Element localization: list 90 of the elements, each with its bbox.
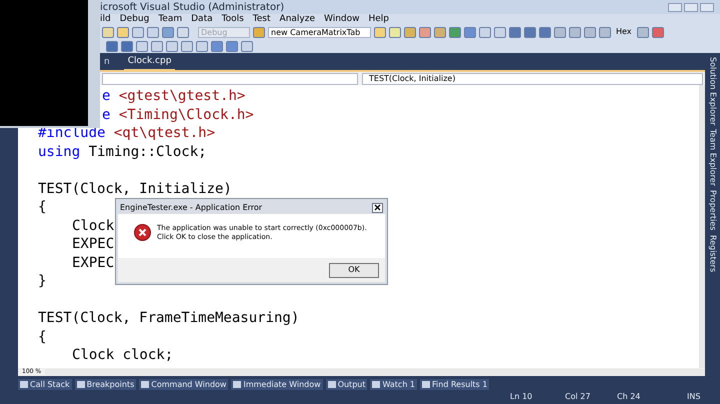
dialog-title: EngineTester.exe - Application Error [120,202,262,214]
toolbar-icon[interactable] [136,40,148,52]
side-tab[interactable]: Properties [706,190,718,231]
toolbar-icon[interactable] [389,26,401,38]
menu-item[interactable]: Window [324,15,360,24]
menu-item[interactable]: Data [191,15,213,24]
window-icon [233,380,242,388]
toolbar-icon[interactable] [404,26,416,38]
toolbar-icon[interactable] [652,26,664,38]
side-tab[interactable]: Registers [706,234,718,272]
code-line: } [38,273,46,289]
toolbar-icon[interactable] [102,26,114,38]
toolbar-icon[interactable] [599,26,611,38]
error-icon [134,224,151,241]
toolbar-icon[interactable] [196,40,208,52]
toolbar-icon[interactable] [241,40,253,52]
toolbar-icon[interactable] [162,26,174,38]
toolbar-icon[interactable] [181,40,193,52]
toolbar-icon[interactable] [121,40,133,52]
toolbar-icon[interactable] [509,26,521,38]
ok-button[interactable]: OK [329,262,379,278]
window-icon [76,380,85,388]
toolbar-icon[interactable] [151,40,163,52]
tool-window-tab[interactable]: Watch 1 [370,378,418,390]
scope-dropdown[interactable] [102,72,358,84]
toolbar-icon[interactable] [494,26,506,38]
toolbar-icon[interactable] [253,26,265,38]
code-line: e <Timing\Clock.h> [102,106,254,122]
code-line: Clock clock; [72,347,174,363]
toolbar-icon[interactable] [211,40,223,52]
code-line: EXPEC [72,254,114,270]
toolbar-icon[interactable] [117,26,129,38]
menu-item[interactable]: Test [252,15,271,24]
member-dropdown[interactable]: TEST(Clock, Initialize) [362,72,703,84]
window-icon [20,380,28,388]
code-line: #include <qt\qtest.h> [38,125,216,141]
tool-window-tab[interactable]: Find Results 1 [420,378,490,390]
toolbar-icon[interactable] [132,26,144,38]
tool-window-tab[interactable]: Immediate Window [231,378,323,390]
hex-button[interactable]: Hex [614,26,634,38]
code-line: using Timing::Clock; [38,144,207,160]
code-line: TEST(Clock, FrameTimeMeasuring) [38,310,300,326]
tool-window-tab[interactable]: Call Stack [18,378,72,390]
column-number: Col 27 [565,391,592,403]
menu-item[interactable]: Analyze [280,15,315,24]
toolbar-icon[interactable] [177,26,189,38]
window-icon [328,380,336,388]
toolbar-icon[interactable] [226,40,238,52]
toolbar-icon[interactable] [584,26,596,38]
toolbar-icon[interactable] [419,26,431,38]
startup-dropdown[interactable]: new CameraMatrixTab [268,26,371,38]
toolbar-icon[interactable] [636,26,649,38]
toolbar-icon[interactable] [374,26,386,38]
document-tab[interactable]: n [100,56,114,70]
code-line: { [38,199,46,215]
code-line: EXPEC [72,236,114,252]
code-line: TEST(Clock, Initialize) [38,180,232,196]
toolbar-icon[interactable] [524,26,536,38]
vertical-scrollbar[interactable] [699,85,705,368]
toolbar-icon[interactable] [166,40,178,52]
toolbar-icon[interactable] [464,26,476,38]
code-line: { [38,328,46,344]
menu-item[interactable]: ild [100,15,111,24]
window-icon [372,380,380,388]
toolbar-icon[interactable] [449,26,461,38]
toolbar-icon[interactable] [479,26,491,38]
side-tab[interactable]: Solution Explorer [706,57,718,126]
tool-window-tab[interactable]: Output [326,378,368,390]
menu-item[interactable]: Team [158,15,182,24]
window-title: icrosoft Visual Studio (Administrator) [100,0,284,14]
side-tab[interactable]: Team Explorer [706,129,718,186]
toolbar-icon[interactable] [106,40,118,52]
horizontal-scrollbar[interactable] [45,369,705,375]
code-line: Clock [72,218,114,234]
window-icon [141,380,150,388]
code-line: e <gtest\gtest.h> [102,88,246,104]
window-icon [422,380,430,388]
toolbar-icon[interactable] [147,26,159,38]
menu-item[interactable]: Tools [222,15,244,24]
line-number: Ln 10 [510,391,534,403]
menu-item[interactable]: Debug [120,15,150,24]
tool-window-tab[interactable]: Command Window [139,378,228,390]
char-number: Ch 24 [617,391,642,403]
toolbar-icon[interactable] [539,26,551,38]
menu-item[interactable]: Help [368,15,390,24]
toolbar-icon[interactable] [434,26,446,38]
insert-mode: INS [687,391,700,403]
toolbar-icon[interactable] [554,26,566,38]
tool-window-tab[interactable]: Breakpoints [74,378,136,390]
toolbar-icon[interactable] [569,26,581,38]
